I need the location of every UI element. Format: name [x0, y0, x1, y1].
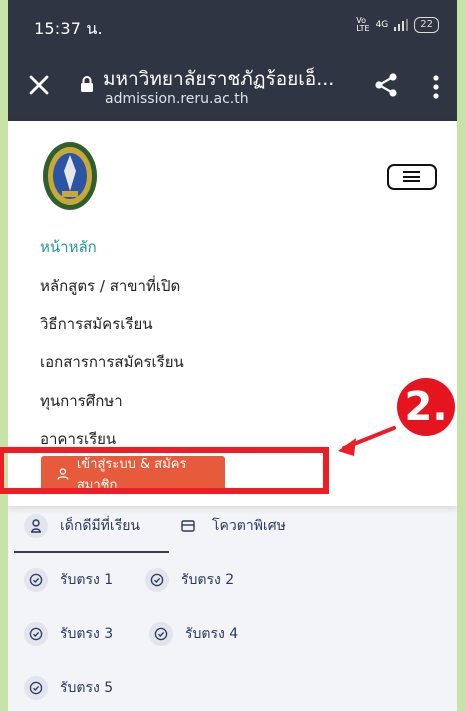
lock-icon: [81, 76, 93, 92]
phone-screen: 15:37 น. Vo LTE 4G 22 มหาวิทยาลัยราชภัฏร้…: [8, 0, 457, 711]
nav-item-home[interactable]: หน้าหลัก: [40, 235, 97, 259]
category-label: เด็กดีมีที่เรียน: [60, 518, 140, 534]
close-icon[interactable]: [26, 72, 52, 98]
page-url[interactable]: admission.reru.ac.th: [105, 91, 249, 107]
category-direct-1[interactable]: รับตรง 1: [24, 568, 113, 592]
check-circle-icon: [149, 622, 173, 646]
status-time: 15:37 น.: [34, 19, 103, 38]
category-direct-3[interactable]: รับตรง 3: [24, 622, 113, 646]
check-circle-icon: [145, 568, 169, 592]
active-tab-underline: [14, 551, 169, 553]
category-label: รับตรง 3: [60, 626, 114, 642]
nav-item-scholarships[interactable]: ทุนการศึกษา: [40, 389, 123, 413]
browser-toolbar: มหาวิทยาลัยราชภัฏร้อยเอ็... admission.re…: [8, 52, 457, 121]
hamburger-menu-button[interactable]: [387, 164, 437, 190]
category-label: รับตรง 2: [181, 572, 235, 588]
category-label: รับตรง 5: [60, 680, 114, 696]
nav-item-documents[interactable]: เอกสารการสมัครเรียน: [40, 350, 184, 374]
category-label: โควตาพิเศษ: [212, 518, 286, 534]
battery-icon: 22: [414, 17, 439, 33]
signal-label: 4G: [375, 20, 389, 30]
category-label: รับตรง 4: [185, 626, 239, 642]
more-vert-icon[interactable]: [432, 74, 440, 100]
arrow-icon: [338, 426, 396, 456]
person-badge-icon: [24, 514, 48, 538]
share-icon[interactable]: [373, 72, 399, 98]
page-title: มหาวิทยาลัยราชภัฏร้อยเอ็...: [103, 68, 335, 90]
category-special-quota[interactable]: โควตาพิเศษ: [176, 514, 286, 538]
category-direct-2[interactable]: รับตรง 2: [145, 568, 234, 592]
status-icons: Vo LTE 4G 22: [356, 17, 439, 33]
signal-icon: [394, 19, 409, 31]
status-bar: 15:37 น. Vo LTE 4G 22: [8, 0, 457, 52]
category-direct-5[interactable]: รับตรง 5: [24, 676, 113, 700]
nav-item-how-to-apply[interactable]: วิธีการสมัครเรียน: [40, 312, 153, 336]
category-label: รับตรง 1: [60, 572, 114, 588]
volte-icon: Vo LTE: [356, 16, 370, 33]
check-circle-icon: [24, 568, 48, 592]
category-direct-4[interactable]: รับตรง 4: [149, 622, 238, 646]
category-good-student[interactable]: เด็กดีมีที่เรียน: [24, 514, 140, 538]
nav-item-programs[interactable]: หลักสูตร / สาขาที่เปิด: [40, 274, 180, 298]
check-circle-icon: [24, 622, 48, 646]
university-logo: [43, 142, 97, 210]
card-icon: [176, 514, 200, 538]
step-badge: 2.: [397, 378, 455, 436]
check-circle-icon: [24, 676, 48, 700]
highlight-box: [0, 447, 329, 494]
